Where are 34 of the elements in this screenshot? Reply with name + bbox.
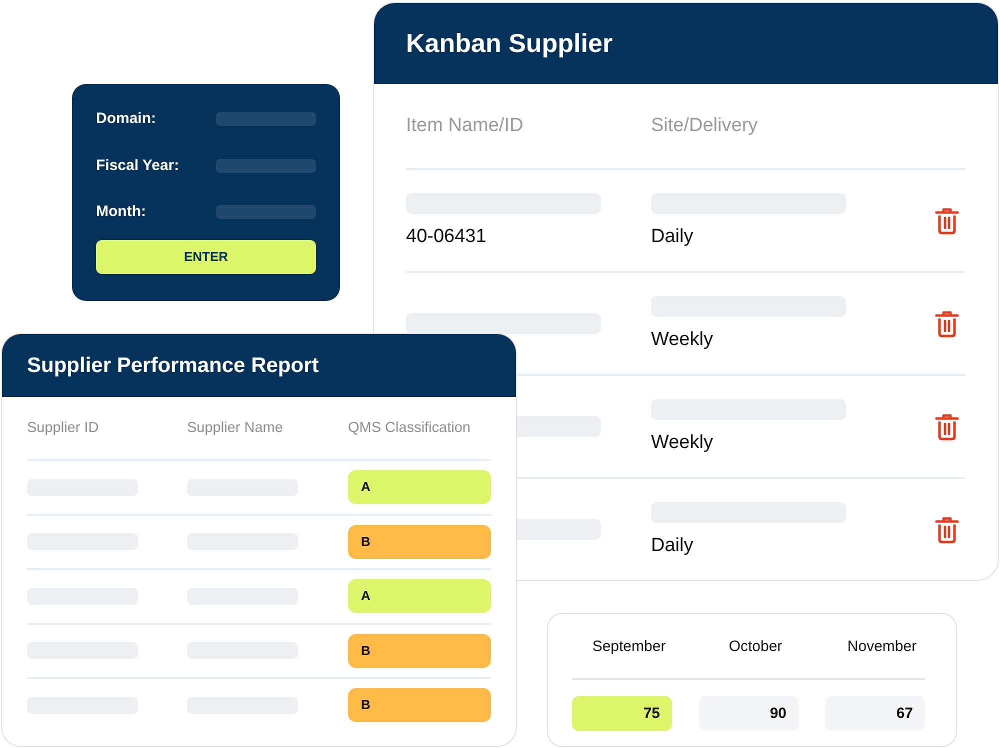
enter-button[interactable]: ENTER — [96, 240, 316, 274]
field-label: Domain: — [96, 109, 157, 129]
delivery-frequency: Daily — [651, 226, 694, 248]
trash-icon[interactable] — [935, 516, 959, 544]
classification-badge: B — [348, 634, 491, 668]
month-label: November — [846, 638, 918, 654]
delivery-frequency: Weekly — [651, 432, 713, 454]
classification-badge: A — [348, 470, 491, 504]
classification-badge: A — [348, 579, 491, 614]
delivery-frequency: Daily — [651, 535, 694, 557]
month-label: September — [591, 638, 667, 654]
month-label: October — [728, 638, 784, 654]
input-field[interactable] — [216, 205, 316, 219]
delivery-frequency: Weekly — [651, 329, 713, 351]
field-label: Fiscal Year: — [96, 156, 180, 176]
trash-icon[interactable] — [935, 412, 959, 440]
column-header: Supplier Name — [187, 420, 284, 436]
input-field[interactable] — [216, 112, 316, 126]
score-cell: 75 — [572, 696, 672, 731]
classification-badge: B — [348, 688, 491, 722]
column-header: Site/Delivery — [651, 114, 759, 138]
column-header: QMS Classification — [348, 420, 472, 436]
column-header: Supplier ID — [27, 420, 100, 436]
score-cell: 90 — [698, 696, 798, 731]
field-label: Month: — [96, 202, 147, 222]
trash-icon[interactable] — [935, 310, 959, 338]
card-header: Supplier Performance Report — [2, 334, 516, 397]
classification-badge: B — [348, 524, 491, 559]
item-id: 40-06431 — [406, 226, 486, 248]
card-header: Kanban Supplier — [374, 3, 998, 84]
input-field[interactable] — [216, 158, 316, 172]
trash-icon[interactable] — [935, 206, 959, 234]
column-header: Item Name/ID — [406, 114, 524, 138]
score-cell: 67 — [825, 696, 925, 731]
